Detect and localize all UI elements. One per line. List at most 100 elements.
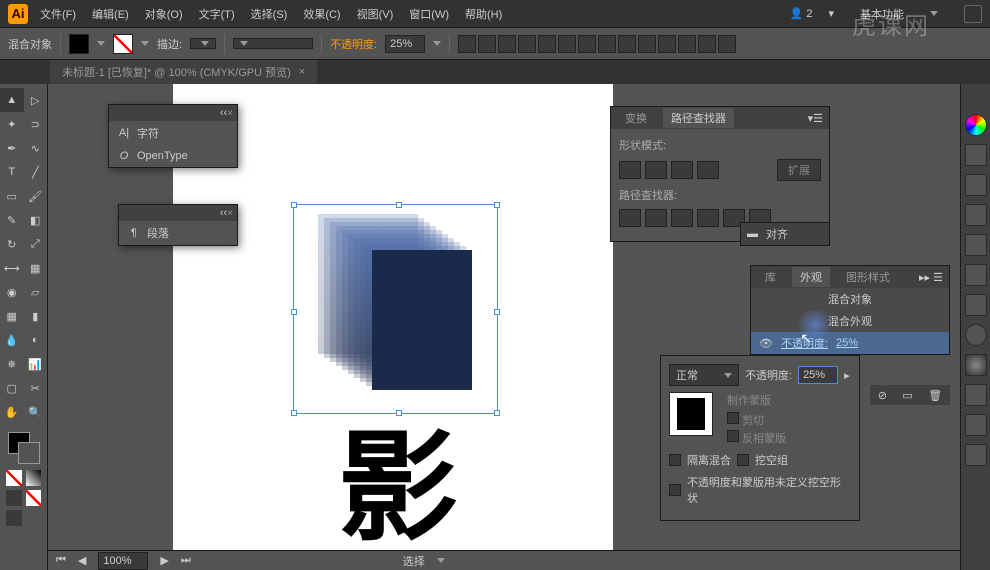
slider-icon[interactable]: ▸ — [844, 369, 850, 382]
dock-icon[interactable] — [965, 444, 987, 466]
fill-stroke-control[interactable] — [8, 432, 40, 464]
nav-next-icon[interactable]: ▶ — [160, 554, 168, 567]
new-fill-icon[interactable]: ⊘ — [878, 389, 887, 402]
menu-view[interactable]: 视图(V) — [357, 6, 394, 22]
menu-edit[interactable]: 编辑(E) — [92, 6, 129, 22]
doc-tab[interactable]: 未标题-1 [已恢复]* @ 100% (CMYK/GPU 预览) × — [50, 60, 317, 84]
draw-mode-1[interactable] — [6, 490, 22, 506]
character-panel[interactable]: ‹‹× A|字符 OOpenType — [108, 104, 238, 168]
dock-icon[interactable] — [965, 414, 987, 436]
visibility-icon[interactable]: 👁 — [759, 337, 773, 350]
dock-icon[interactable] — [965, 264, 987, 286]
free-transform-tool[interactable]: ▦ — [24, 256, 48, 280]
exclude-icon[interactable] — [697, 161, 719, 179]
paragraph-panel[interactable]: ‹‹× ¶段落 — [118, 204, 238, 246]
zoom-input[interactable] — [98, 552, 148, 570]
brush-def[interactable] — [233, 38, 313, 49]
appearance-tab[interactable]: 外观 — [792, 267, 830, 287]
menu-help[interactable]: 帮助(H) — [465, 6, 502, 22]
blend-artwork[interactable] — [318, 214, 478, 404]
isolate-checkbox[interactable] — [669, 454, 681, 466]
opacity-thumbnail[interactable] — [669, 392, 713, 436]
draw-mode-2[interactable] — [26, 490, 42, 506]
expand-button[interactable]: 扩展 — [777, 159, 821, 181]
slice-tool[interactable]: ✂ — [24, 376, 48, 400]
gradient-mode[interactable] — [26, 470, 42, 486]
close-icon[interactable]: × — [227, 208, 233, 219]
panel-menu-icon[interactable]: ▾☰ — [808, 112, 823, 125]
curvature-tool[interactable]: ∿ — [24, 136, 48, 160]
lasso-tool[interactable]: ⊃ — [24, 112, 48, 136]
nav-last-icon[interactable]: ⏭ — [181, 554, 191, 567]
align-icon[interactable] — [618, 35, 636, 53]
gradient-tool[interactable]: ▮ — [24, 304, 48, 328]
align-icon[interactable] — [518, 35, 536, 53]
shape-builder-tool[interactable]: ◉ — [0, 280, 24, 304]
blend-mode-dropdown[interactable]: 正常 — [669, 364, 739, 386]
align-icon[interactable] — [458, 35, 476, 53]
menu-object[interactable]: 对象(O) — [145, 6, 183, 22]
rectangle-tool[interactable]: ▭ — [0, 184, 24, 208]
rotate-tool[interactable]: ↻ — [0, 232, 24, 256]
opacity-input[interactable] — [385, 35, 425, 53]
nav-first-icon[interactable]: ⏮ — [56, 554, 66, 567]
hand-tool[interactable]: ✋ — [0, 400, 24, 424]
symbol-tool[interactable]: ✵ — [0, 352, 24, 376]
eyedropper-tool[interactable]: 💧 — [0, 328, 24, 352]
nav-prev-icon[interactable]: ◀ — [78, 554, 86, 567]
workspace-selector[interactable]: 基本功能 — [860, 6, 904, 22]
line-tool[interactable]: ╱ — [24, 160, 48, 184]
opacity-input[interactable] — [798, 366, 838, 384]
magic-wand-tool[interactable]: ✦ — [0, 112, 24, 136]
appearance-panel[interactable]: 库 外观 图形样式 ▸▸ ☰ 混合对象 混合外观 👁 不透明度: 25% — [750, 265, 950, 355]
dock-icon[interactable] — [965, 204, 987, 226]
make-mask-button[interactable]: 制作蒙版 — [727, 392, 851, 408]
transparency-panel[interactable]: 正常 不透明度: ▸ 制作蒙版 剪切 反相蒙版 隔离混合 挖空组 不透明度和蒙版… — [660, 355, 860, 521]
appearance-item[interactable]: 混合对象 — [751, 288, 949, 310]
menu-window[interactable]: 窗口(W) — [409, 6, 449, 22]
align-icon[interactable] — [558, 35, 576, 53]
pathfinder-tab[interactable]: 路径查找器 — [663, 108, 734, 128]
align-icon[interactable] — [678, 35, 696, 53]
width-tool[interactable]: ⟷ — [0, 256, 24, 280]
align-icon[interactable] — [698, 35, 716, 53]
divide-icon[interactable] — [619, 209, 641, 227]
dock-icon[interactable] — [965, 234, 987, 256]
minus-front-icon[interactable] — [645, 161, 667, 179]
color-mode[interactable] — [6, 470, 22, 486]
transform-tab[interactable]: 变换 — [617, 108, 655, 128]
dock-icon[interactable] — [965, 174, 987, 196]
panel-collapse-icon[interactable]: ‹‹ — [220, 207, 227, 219]
menu-type[interactable]: 文字(T) — [199, 6, 235, 22]
trim-icon[interactable] — [645, 209, 667, 227]
dock-cc-icon[interactable] — [965, 324, 987, 346]
dock-icon[interactable] — [965, 144, 987, 166]
stroke-weight[interactable] — [190, 38, 216, 49]
align-icon[interactable] — [718, 35, 736, 53]
align-icon[interactable] — [478, 35, 496, 53]
align-icon[interactable] — [538, 35, 556, 53]
merge-icon[interactable] — [671, 209, 693, 227]
graphic-styles-tab[interactable]: 图形样式 — [838, 267, 898, 287]
type-tool[interactable]: T — [0, 160, 24, 184]
zoom-tool[interactable]: 🔍 — [24, 400, 48, 424]
knockout-checkbox[interactable] — [737, 454, 749, 466]
brush-tool[interactable]: 🖌 — [24, 184, 48, 208]
appearance-opacity-row[interactable]: 👁 不透明度: 25% — [751, 332, 949, 354]
delete-icon[interactable]: 🗑 — [928, 389, 942, 402]
pencil-tool[interactable]: ✎ — [0, 208, 24, 232]
search-box[interactable] — [964, 5, 982, 23]
align-mini-panel[interactable]: ▬对齐 — [740, 222, 830, 246]
fill-swatch[interactable] — [69, 34, 89, 54]
dock-icon[interactable] — [965, 294, 987, 316]
menu-effect[interactable]: 效果(C) — [303, 6, 340, 22]
stroke-swatch[interactable] — [113, 34, 133, 54]
selection-tool[interactable]: ▲ — [0, 88, 24, 112]
dock-icon[interactable] — [965, 384, 987, 406]
dock-icon[interactable] — [965, 354, 987, 376]
direct-selection-tool[interactable]: ▷ — [24, 88, 48, 112]
menu-file[interactable]: 文件(F) — [40, 6, 76, 22]
align-icon[interactable] — [498, 35, 516, 53]
shape-defines-checkbox[interactable] — [669, 484, 681, 496]
artboard-tool[interactable]: ▢ — [0, 376, 24, 400]
